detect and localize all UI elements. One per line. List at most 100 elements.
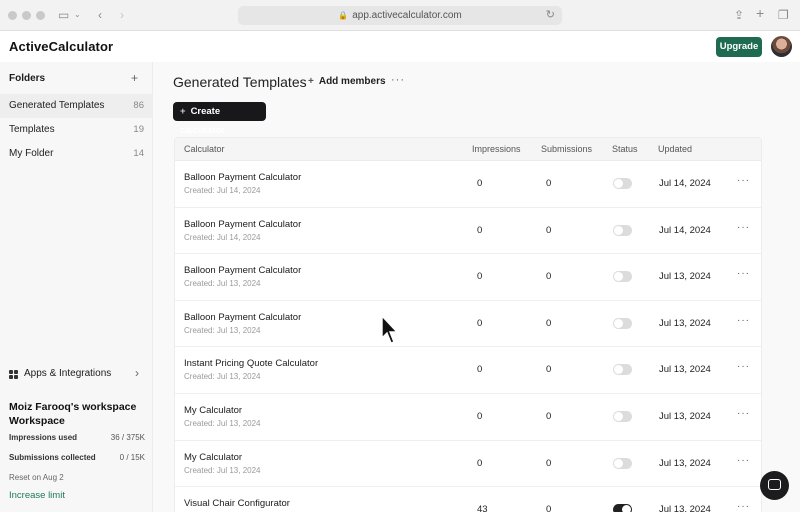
calculator-name[interactable]: My Calculator <box>184 405 242 416</box>
app-logo[interactable]: ActiveCalculator <box>9 39 113 54</box>
sidebar-item-label: Generated Templates <box>9 100 105 111</box>
add-members-label: Add members <box>318 76 386 87</box>
url-text: app.activecalculator.com <box>352 10 462 21</box>
close-window-dot[interactable] <box>8 11 17 20</box>
back-arrow-icon[interactable]: ‹ <box>98 7 102 23</box>
toggle-knob <box>614 272 623 282</box>
calculator-name[interactable]: Balloon Payment Calculator <box>184 219 301 230</box>
calculators-table: Calculator Impressions Submissions Statu… <box>174 137 762 512</box>
impressions-usage-label: Impressions used <box>9 433 78 442</box>
sidebar-toggle-icon[interactable]: ▭ <box>58 7 69 23</box>
chat-launcher-button[interactable] <box>760 471 789 500</box>
chevron-down-icon[interactable]: ⌄ <box>74 7 81 23</box>
impressions-count: 43 <box>477 504 488 512</box>
status-toggle[interactable] <box>613 364 632 376</box>
sidebar-item-templates[interactable]: Templates 19 <box>0 118 153 142</box>
status-toggle[interactable] <box>613 411 632 422</box>
submissions-count: 0 <box>546 504 552 512</box>
row-more-icon[interactable]: ··· <box>737 222 750 233</box>
calculator-name[interactable]: Balloon Payment Calculator <box>184 172 301 183</box>
status-toggle[interactable] <box>613 224 632 236</box>
column-status[interactable]: Status <box>612 144 638 154</box>
calculator-name[interactable]: Visual Chair Configurator <box>184 498 290 509</box>
column-updated[interactable]: Updated <box>658 144 692 154</box>
created-date: Created: Jul 13, 2024 <box>184 372 261 382</box>
add-members-button[interactable]: + Add members <box>308 76 386 87</box>
column-submissions[interactable]: Submissions <box>541 144 592 154</box>
row-more-icon[interactable]: ··· <box>737 455 750 466</box>
created-date: Created: Jul 14, 2024 <box>184 186 261 195</box>
create-calculator-button[interactable]: + Create calculator <box>173 102 266 136</box>
toggle-knob <box>614 412 623 421</box>
sidebar-item-my-folder[interactable]: My Folder 14 <box>0 142 153 166</box>
minimize-window-dot[interactable] <box>22 11 31 20</box>
calculator-name[interactable]: My Calculator <box>184 452 242 463</box>
column-impressions[interactable]: Impressions <box>472 144 521 154</box>
upgrade-button[interactable]: Upgrade <box>716 37 762 57</box>
forward-arrow-icon[interactable]: › <box>120 7 124 23</box>
apps-integrations-link[interactable]: Apps & Integrations › <box>0 363 153 385</box>
impressions-count: 0 <box>477 224 483 236</box>
row-more-icon[interactable]: ··· <box>737 175 750 186</box>
table-row[interactable]: My Calculator Created: Jul 13, 2024 0 0 Jul … <box>175 394 761 441</box>
page-title: Generated Templates <box>173 74 307 90</box>
user-avatar[interactable] <box>771 36 792 57</box>
submissions-count: 0 <box>546 271 552 283</box>
toggle-knob <box>614 365 623 375</box>
share-icon[interactable]: ⇪ <box>734 7 744 23</box>
row-more-icon[interactable]: ··· <box>737 361 750 372</box>
workspace-owner[interactable]: Moiz Farooq's workspace <box>9 401 136 413</box>
folders-heading: Folders <box>9 73 46 84</box>
table-row[interactable]: Instant Pricing Quote Calculator Created:… <box>175 347 761 394</box>
sidebar-item-label: Templates <box>9 124 55 135</box>
calculator-name[interactable]: Instant Pricing Quote Calculator <box>184 358 318 369</box>
table-row[interactable]: Visual Chair Configurator 43 0 Jul 13, 2024… <box>175 487 761 512</box>
status-toggle[interactable] <box>613 178 632 189</box>
add-folder-icon[interactable]: + <box>131 71 138 85</box>
impressions-count: 0 <box>477 271 483 283</box>
created-date: Created: Jul 13, 2024 <box>184 325 261 335</box>
table-row[interactable]: My Calculator Created: Jul 13, 2024 0 0 Jul … <box>175 441 761 488</box>
mouse-cursor-icon <box>381 315 398 344</box>
status-toggle[interactable] <box>613 504 632 512</box>
apps-integrations-label: Apps & Integrations <box>24 368 112 379</box>
status-toggle[interactable] <box>613 271 632 283</box>
row-more-icon[interactable]: ··· <box>737 315 750 326</box>
status-toggle[interactable] <box>613 317 632 329</box>
table-row[interactable]: Balloon Payment Calculator Created: Jul 1… <box>175 208 761 255</box>
increase-limit-link[interactable]: Increase limit <box>9 490 65 501</box>
sidebar-item-count: 19 <box>133 124 144 135</box>
tabs-overview-icon[interactable]: ❐ <box>778 7 789 23</box>
created-date: Created: Jul 14, 2024 <box>184 232 261 242</box>
row-more-icon[interactable]: ··· <box>737 268 750 279</box>
new-tab-icon[interactable]: + <box>756 5 764 21</box>
submissions-count: 0 <box>546 317 552 329</box>
more-options-icon[interactable]: ··· <box>391 74 405 86</box>
toggle-knob <box>614 458 623 468</box>
table-row[interactable]: Balloon Payment Calculator Created: Jul 1… <box>175 161 761 208</box>
updated-date: Jul 14, 2024 <box>659 224 711 236</box>
calculator-name[interactable]: Balloon Payment Calculator <box>184 312 301 323</box>
reload-icon[interactable]: ↻ <box>546 6 555 25</box>
address-bar[interactable]: 🔒 app.activecalculator.com ↻ <box>238 6 562 25</box>
toggle-knob <box>614 318 623 328</box>
plus-icon: + <box>180 106 186 117</box>
submissions-count: 0 <box>546 178 552 189</box>
table-row[interactable]: Balloon Payment Calculator Created: Jul 1… <box>175 301 761 348</box>
sidebar-item-count: 14 <box>133 148 144 159</box>
chat-bubble-icon <box>768 479 781 490</box>
sidebar-item-generated-templates[interactable]: Generated Templates 86 <box>0 94 153 118</box>
submissions-count: 0 <box>546 411 552 422</box>
table-row[interactable]: Balloon Payment Calculator Created: Jul 1… <box>175 254 761 301</box>
zoom-window-dot[interactable] <box>36 11 45 20</box>
impressions-count: 0 <box>477 178 483 189</box>
row-more-icon[interactable]: ··· <box>737 408 750 419</box>
row-more-icon[interactable]: ··· <box>737 501 750 512</box>
calculator-name[interactable]: Balloon Payment Calculator <box>184 265 301 276</box>
app-header: ActiveCalculator Upgrade <box>0 31 800 62</box>
impressions-usage-value: 36 / 375K <box>110 433 145 442</box>
column-calculator[interactable]: Calculator <box>184 144 225 154</box>
status-toggle[interactable] <box>613 457 632 469</box>
impressions-count: 0 <box>477 317 483 329</box>
submissions-usage: Submissions collected 0 / 15K <box>9 453 145 462</box>
